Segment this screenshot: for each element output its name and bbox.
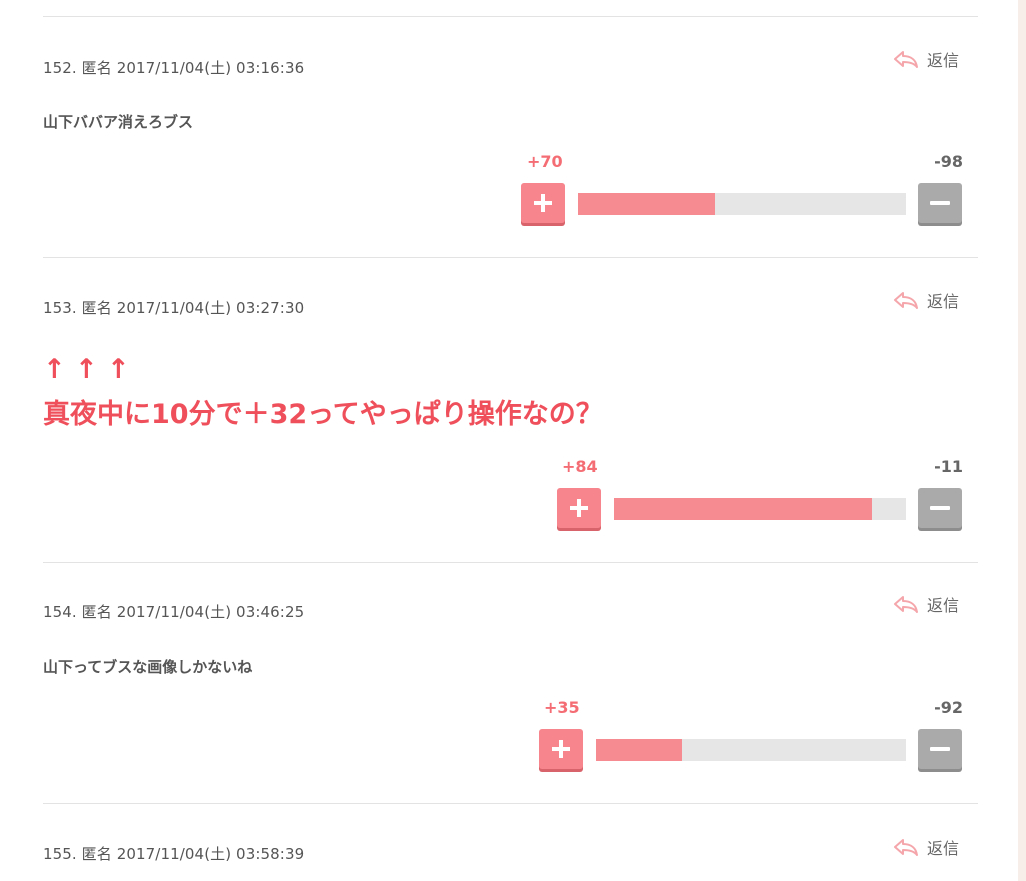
reply-arrow-icon bbox=[894, 292, 918, 309]
page-edge bbox=[1018, 0, 1026, 881]
plus-icon bbox=[570, 499, 588, 517]
plus-count: +70 bbox=[527, 152, 563, 171]
reply-label: 返信 bbox=[927, 292, 960, 311]
plus-count: +84 bbox=[562, 457, 598, 476]
reply-label: 返信 bbox=[927, 596, 960, 615]
reply-arrow-icon bbox=[894, 596, 918, 613]
minus-icon bbox=[930, 747, 950, 751]
reply-label: 返信 bbox=[927, 51, 960, 70]
minus-count: -92 bbox=[934, 698, 963, 717]
comment-meta: 153. 匿名 2017/11/04(土) 03:27:30 bbox=[43, 299, 305, 317]
comment-body-arrows: ↑ ↑ ↑ bbox=[43, 354, 130, 385]
reply-arrow-icon bbox=[894, 839, 918, 856]
plus-icon bbox=[534, 194, 552, 212]
vote-bar-fill bbox=[596, 739, 682, 761]
comment-body: 真夜中に10分で＋32ってやっぱり操作なの？ bbox=[43, 399, 603, 430]
minus-vote-button[interactable] bbox=[918, 729, 962, 769]
plus-vote-button[interactable] bbox=[557, 488, 601, 528]
comment-meta: 154. 匿名 2017/11/04(土) 03:46:25 bbox=[43, 603, 305, 621]
minus-count: -11 bbox=[934, 457, 963, 476]
comment-meta: 152. 匿名 2017/11/04(土) 03:16:36 bbox=[43, 59, 305, 77]
plus-vote-button[interactable] bbox=[539, 729, 583, 769]
divider bbox=[43, 562, 978, 563]
reply-button[interactable]: 返信 bbox=[893, 48, 959, 70]
divider bbox=[43, 16, 978, 17]
vote-bar bbox=[614, 498, 906, 520]
vote-bar bbox=[578, 193, 906, 215]
minus-icon bbox=[930, 506, 950, 510]
comment-meta: 155. 匿名 2017/11/04(土) 03:58:39 bbox=[43, 845, 305, 863]
plus-vote-button[interactable] bbox=[521, 183, 565, 223]
reply-button[interactable]: 返信 bbox=[893, 593, 959, 615]
divider bbox=[43, 257, 978, 258]
vote-bar-fill bbox=[614, 498, 873, 520]
plus-count: +35 bbox=[544, 698, 580, 717]
reply-button[interactable]: 返信 bbox=[893, 289, 959, 311]
comment-body: 山下ってブスな画像しかないね bbox=[43, 658, 253, 676]
reply-button[interactable]: 返信 bbox=[893, 836, 959, 858]
reply-label: 返信 bbox=[927, 839, 960, 858]
minus-icon bbox=[930, 201, 950, 205]
reply-arrow-icon bbox=[894, 51, 918, 68]
divider bbox=[43, 803, 978, 804]
comment-body: 山下ババア消えろブス bbox=[43, 113, 194, 131]
minus-count: -98 bbox=[934, 152, 963, 171]
plus-icon bbox=[552, 740, 570, 758]
vote-bar bbox=[596, 739, 906, 761]
minus-vote-button[interactable] bbox=[918, 183, 962, 223]
vote-bar-fill bbox=[578, 193, 715, 215]
minus-vote-button[interactable] bbox=[918, 488, 962, 528]
